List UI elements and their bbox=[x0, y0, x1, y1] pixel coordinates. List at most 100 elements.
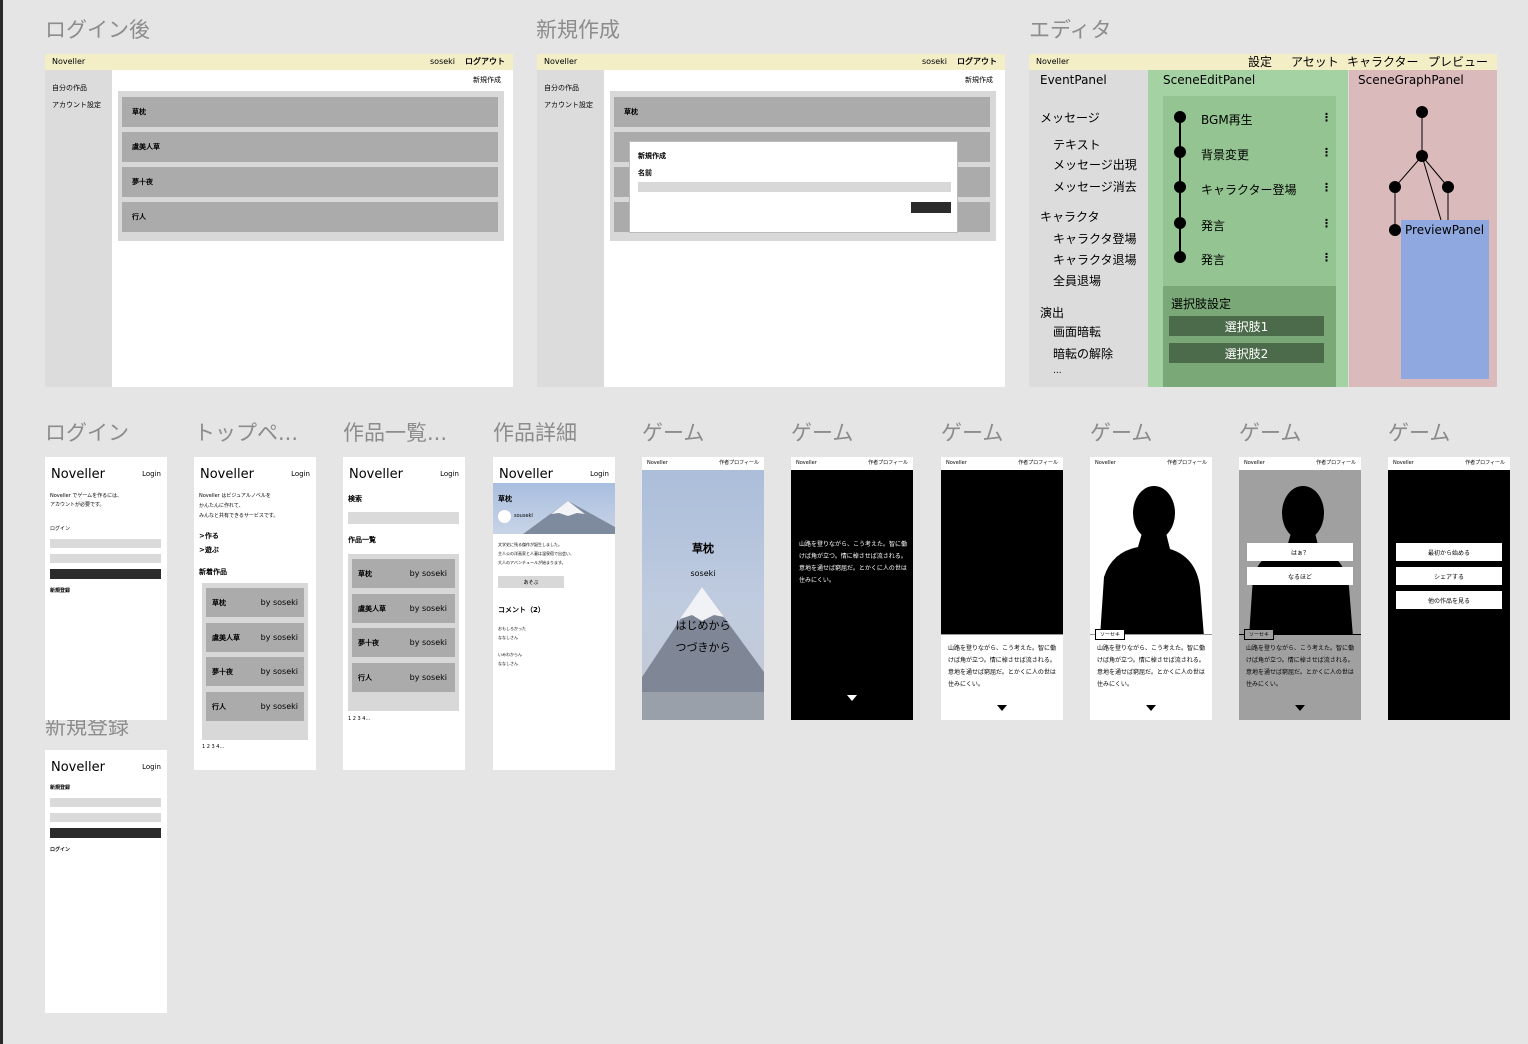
event-item[interactable]: キャラクタ退場 bbox=[1053, 251, 1137, 268]
kebab-menu-icon[interactable]: ⋮ bbox=[1321, 182, 1332, 193]
login-submit-button[interactable] bbox=[50, 569, 161, 579]
password-field[interactable] bbox=[50, 813, 161, 822]
work-item[interactable]: 草枕 bbox=[122, 97, 498, 127]
menu-characters[interactable]: キャラクター bbox=[1347, 54, 1419, 70]
brand-logo[interactable]: Noveller bbox=[1036, 54, 1069, 70]
work-item[interactable]: 虞美人草 by soseki bbox=[206, 623, 304, 652]
event-item[interactable]: メッセージ出現 bbox=[1053, 156, 1137, 173]
scene-item[interactable]: 背景変更 bbox=[1201, 146, 1249, 163]
play-button[interactable]: あそぶ bbox=[498, 576, 564, 588]
next-arrow-icon[interactable] bbox=[847, 695, 857, 701]
work-item[interactable]: 夢十夜 by soseki bbox=[206, 657, 304, 686]
kebab-menu-icon[interactable]: ⋮ bbox=[1321, 112, 1332, 123]
work-item[interactable]: 行人 bbox=[122, 202, 498, 232]
new-create-button[interactable]: 新規作成 bbox=[473, 75, 501, 85]
work-item[interactable]: 行人 by soseki bbox=[352, 663, 455, 692]
login-link[interactable]: Login bbox=[590, 470, 609, 478]
work-item[interactable]: 草枕 bbox=[614, 97, 990, 127]
brand-logo[interactable]: Noveller bbox=[1244, 457, 1265, 470]
menu-assets[interactable]: アセット bbox=[1291, 54, 1339, 70]
brand-logo[interactable]: Noveller bbox=[647, 457, 668, 470]
choice-item[interactable]: 選択肢2 bbox=[1169, 343, 1324, 363]
event-item[interactable]: 暗転の解除 bbox=[1053, 345, 1113, 362]
work-item[interactable]: 草枕 by soseki bbox=[206, 588, 304, 617]
kebab-menu-icon[interactable]: ⋮ bbox=[1321, 218, 1332, 229]
choice-button[interactable]: はぁ？ bbox=[1247, 543, 1353, 561]
choice-item[interactable]: 選択肢1 bbox=[1169, 316, 1324, 336]
email-field[interactable] bbox=[50, 798, 161, 807]
new-create-button[interactable]: 新規作成 bbox=[965, 75, 993, 85]
next-arrow-icon[interactable] bbox=[1295, 705, 1305, 711]
search-input[interactable] bbox=[348, 512, 459, 524]
author-name[interactable]: sousekI bbox=[514, 513, 533, 519]
password-field[interactable] bbox=[50, 554, 161, 563]
other-works-button[interactable]: 他の作品を見る bbox=[1396, 591, 1502, 609]
work-item[interactable]: 夢十夜 by soseki bbox=[352, 628, 455, 657]
email-field[interactable] bbox=[50, 539, 161, 548]
scene-item[interactable]: 発言 bbox=[1201, 251, 1225, 268]
next-arrow-icon[interactable] bbox=[1146, 705, 1156, 711]
choice-button[interactable]: なるほど bbox=[1247, 567, 1353, 585]
work-item[interactable]: 夢十夜 bbox=[122, 167, 498, 197]
make-link[interactable]: >作る bbox=[199, 531, 219, 541]
login-link[interactable]: Login bbox=[142, 470, 161, 478]
brand-logo[interactable]: Noveller bbox=[544, 54, 577, 70]
signup-link[interactable]: 新規登録 bbox=[50, 587, 70, 594]
login-link[interactable]: Login bbox=[142, 763, 161, 771]
author-profile-link[interactable]: 作者プロフィール bbox=[868, 457, 908, 470]
pagination[interactable]: 1 2 3 4... bbox=[348, 716, 370, 722]
scene-item[interactable]: キャラクター登場 bbox=[1201, 181, 1297, 198]
work-item[interactable]: 虞美人草 bbox=[122, 132, 498, 162]
sidebar-item-my-works[interactable]: 自分の作品 bbox=[544, 83, 579, 93]
start-button[interactable]: はじめから bbox=[642, 617, 764, 633]
brand-logo[interactable]: Noveller bbox=[1095, 457, 1116, 470]
login-link[interactable]: Login bbox=[291, 470, 310, 478]
brand-logo[interactable]: Noveller bbox=[946, 457, 967, 470]
name-input[interactable] bbox=[638, 182, 951, 192]
work-item[interactable]: 虞美人草 by soseki bbox=[352, 594, 455, 623]
author-profile-link[interactable]: 作者プロフィール bbox=[719, 457, 759, 470]
play-link[interactable]: >遊ぶ bbox=[199, 545, 219, 555]
login-link[interactable]: Login bbox=[440, 470, 459, 478]
continue-button[interactable]: つづきから bbox=[642, 639, 764, 655]
scene-item[interactable]: 発言 bbox=[1201, 217, 1225, 234]
event-item[interactable]: 全員退場 bbox=[1053, 272, 1101, 289]
event-item[interactable]: 画面暗転 bbox=[1053, 323, 1101, 340]
author-profile-link[interactable]: 作者プロフィール bbox=[1465, 457, 1505, 470]
brand-logo[interactable]: Noveller bbox=[796, 457, 817, 470]
work-item[interactable]: 行人 by soseki bbox=[206, 692, 304, 721]
scene-item[interactable]: BGM再生 bbox=[1201, 111, 1253, 128]
login-page-link[interactable]: ログイン bbox=[50, 846, 70, 853]
event-item[interactable]: テキスト bbox=[1053, 136, 1101, 153]
brand-logo[interactable]: Noveller bbox=[51, 467, 105, 482]
event-item[interactable]: ... bbox=[1053, 366, 1062, 376]
sidebar-item-my-works[interactable]: 自分の作品 bbox=[52, 83, 87, 93]
brand-logo[interactable]: Noveller bbox=[499, 467, 553, 482]
event-item[interactable]: メッセージ消去 bbox=[1053, 178, 1137, 195]
sidebar-item-account[interactable]: アカウント設定 bbox=[544, 100, 593, 110]
restart-button[interactable]: 最初から始める bbox=[1396, 543, 1502, 561]
brand-logo[interactable]: Noveller bbox=[52, 54, 85, 70]
modal-submit-button[interactable] bbox=[911, 202, 951, 213]
brand-logo[interactable]: Noveller bbox=[51, 760, 105, 775]
logout-link[interactable]: ログアウト bbox=[465, 54, 505, 70]
pagination[interactable]: 1 2 3 4... bbox=[202, 744, 224, 750]
work-item[interactable]: 草枕 by soseki bbox=[352, 559, 455, 588]
logout-link[interactable]: ログアウト bbox=[957, 54, 997, 70]
kebab-menu-icon[interactable]: ⋮ bbox=[1321, 147, 1332, 158]
author-profile-link[interactable]: 作者プロフィール bbox=[1018, 457, 1058, 470]
author-profile-link[interactable]: 作者プロフィール bbox=[1316, 457, 1356, 470]
author-profile-link[interactable]: 作者プロフィール bbox=[1167, 457, 1207, 470]
next-arrow-icon[interactable] bbox=[997, 705, 1007, 711]
kebab-menu-icon[interactable]: ⋮ bbox=[1321, 252, 1332, 263]
brand-logo[interactable]: Noveller bbox=[349, 467, 403, 482]
menu-preview[interactable]: プレビュー bbox=[1428, 54, 1488, 70]
share-button[interactable]: シェアする bbox=[1396, 567, 1502, 585]
brand-logo[interactable]: Noveller bbox=[1393, 457, 1414, 470]
signup-submit-button[interactable] bbox=[50, 828, 161, 838]
sidebar-item-account[interactable]: アカウント設定 bbox=[52, 100, 101, 110]
event-item[interactable]: キャラクタ登場 bbox=[1053, 230, 1137, 247]
avatar[interactable] bbox=[498, 510, 511, 523]
menu-settings[interactable]: 設定 bbox=[1248, 54, 1272, 70]
brand-logo[interactable]: Noveller bbox=[200, 467, 254, 482]
